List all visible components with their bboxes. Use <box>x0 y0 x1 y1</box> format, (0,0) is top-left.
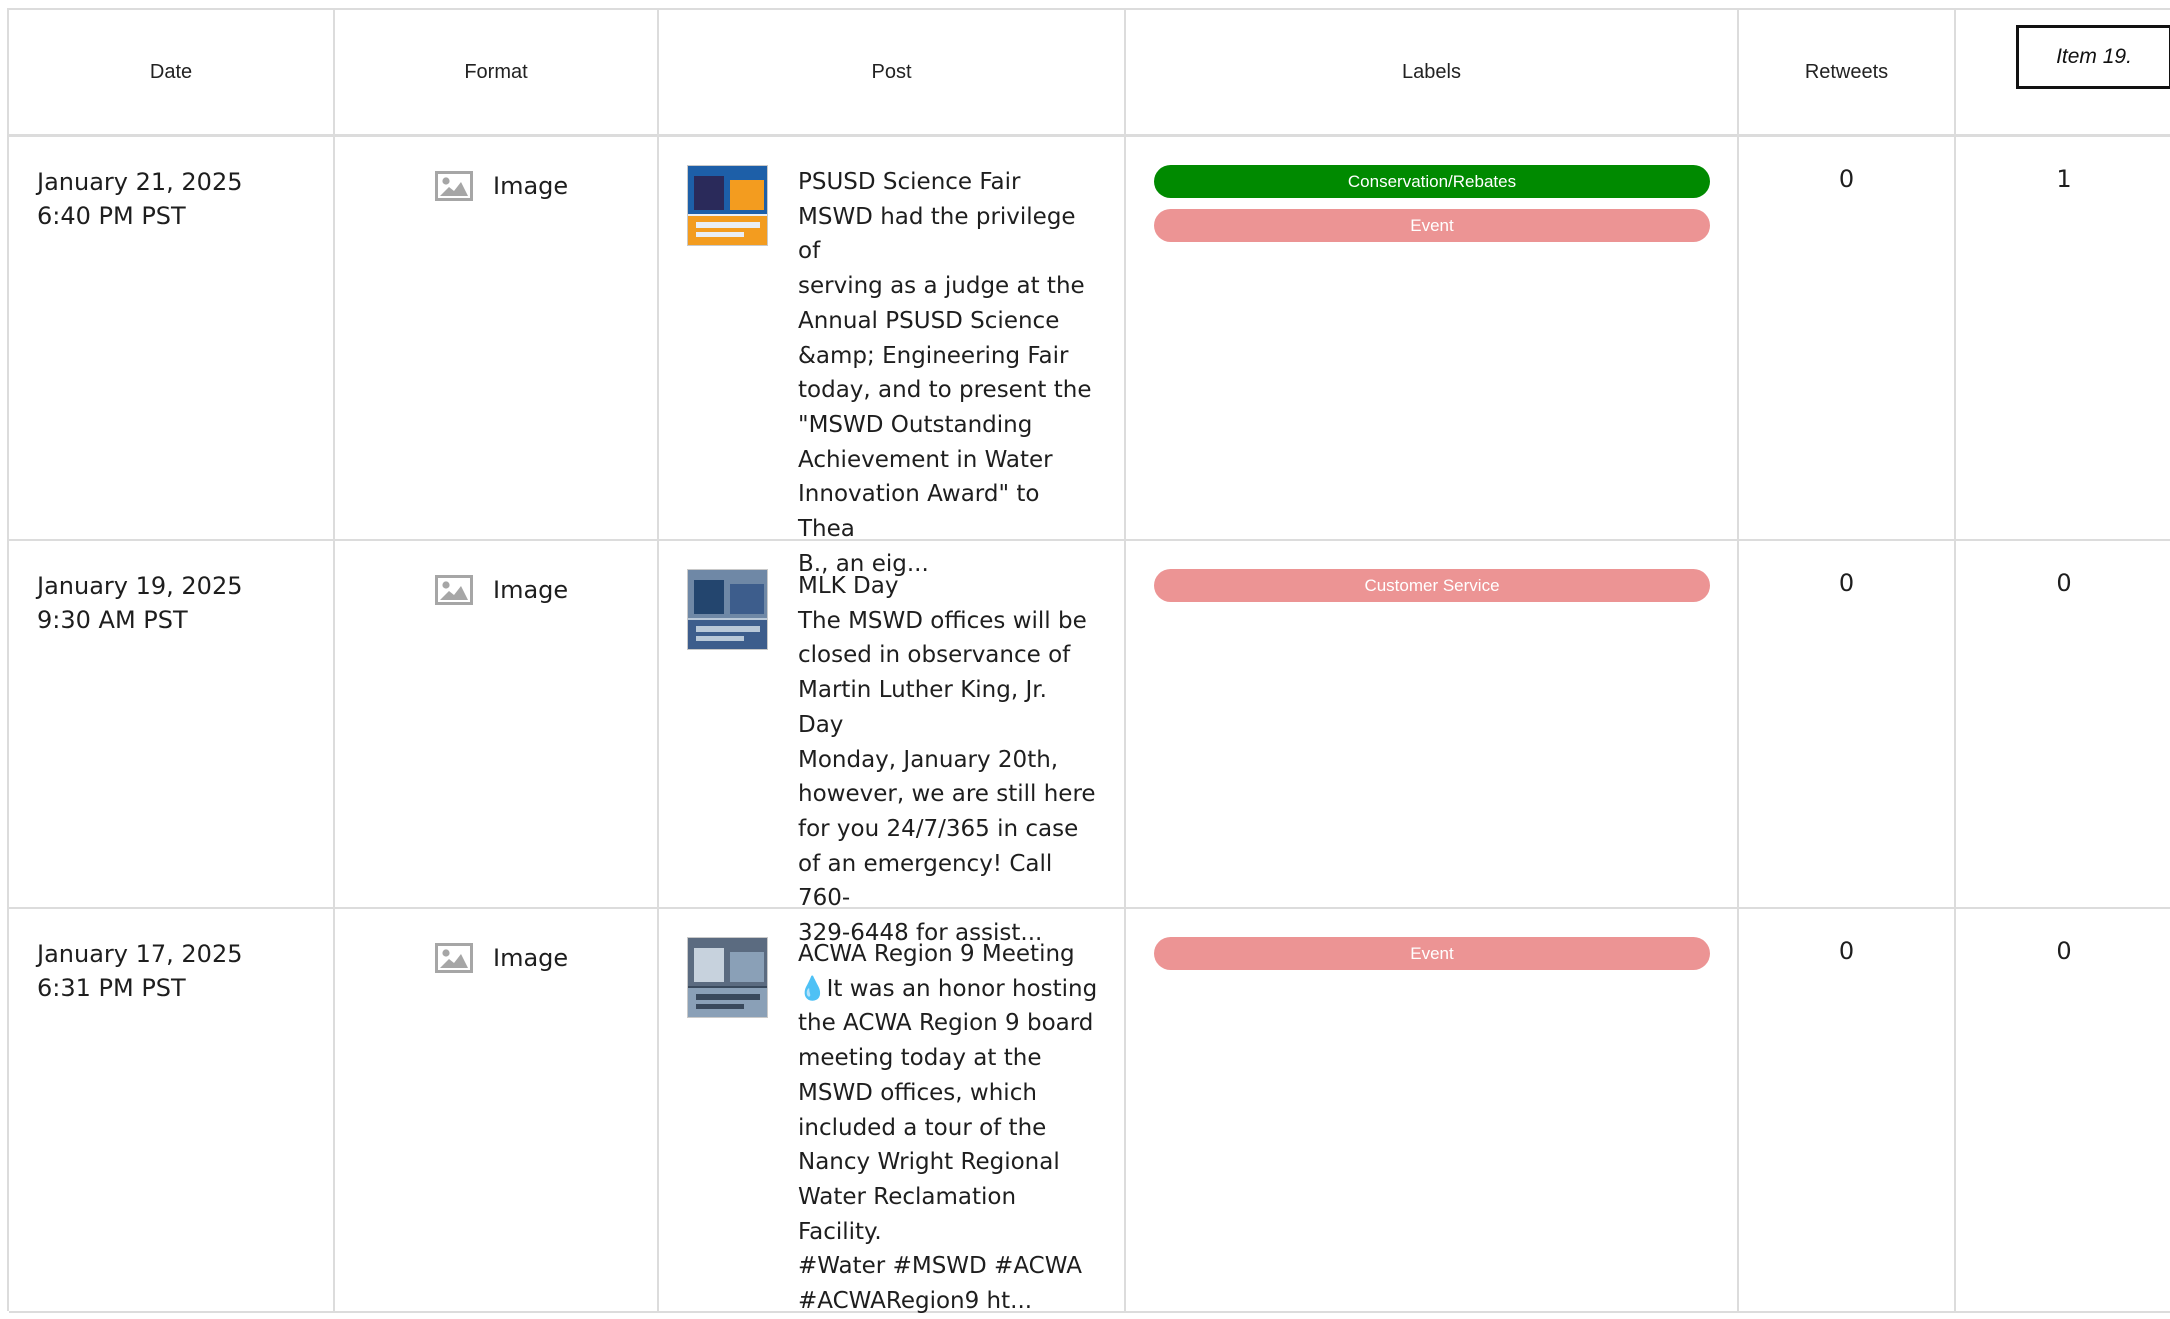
format-cell: Image <box>335 909 659 1311</box>
item-tag: Item 19. <box>2016 25 2170 89</box>
date-cell: January 19, 2025 9:30 AM PST <box>9 541 335 907</box>
labels-cell: Conservation/Rebates Event <box>1126 137 1739 539</box>
retweets-cell: 0 <box>1739 909 1956 1311</box>
post-text-line: &amp; Engineering Fair <box>798 342 1069 369</box>
retweets-cell: 0 <box>1739 137 1956 539</box>
post-date-time: 6:31 PM PST <box>37 974 186 1002</box>
likes-cell: 1 <box>1956 137 2170 539</box>
likes-count: 0 <box>2056 937 2072 965</box>
post-text-line: included a tour of the <box>798 1114 1047 1141</box>
labels-list: Conservation/Rebates Event <box>1154 165 1710 253</box>
date-cell: January 17, 2025 6:31 PM PST <box>9 909 335 1311</box>
format-label: Image <box>493 172 569 200</box>
post-text-line: today, and to present the <box>798 377 1092 404</box>
label-badge[interactable]: Conservation/Rebates <box>1154 165 1710 198</box>
post-text[interactable]: PSUSD Science Fair MSWD had the privilege… <box>798 165 1098 581</box>
column-header-retweets[interactable]: Retweets <box>1739 10 1956 134</box>
post-thumbnail[interactable] <box>687 937 768 1018</box>
post-cell: MLK Day The MSWD offices will be closed in… <box>659 541 1126 946</box>
date-cell: January 21, 2025 6:40 PM PST <box>9 137 335 539</box>
retweets-cell: 0 <box>1739 541 1956 907</box>
post-cell: PSUSD Science Fair MSWD had the privilege… <box>659 137 1126 577</box>
label-badge[interactable]: Event <box>1154 209 1710 242</box>
image-icon <box>435 943 473 973</box>
format-label: Image <box>493 944 569 972</box>
labels-list: Event <box>1154 937 1710 981</box>
post-text-line: of an emergency! Call 760- <box>798 850 1053 912</box>
format-label: Image <box>493 576 569 604</box>
likes-count: 0 <box>2056 569 2072 597</box>
post-text-line: The MSWD offices will be <box>798 607 1087 634</box>
post-text-line: Achievement in Water <box>798 446 1053 473</box>
column-header-post[interactable]: Post <box>659 10 1126 134</box>
retweets-count: 0 <box>1838 937 1855 965</box>
post-text[interactable]: ACWA Region 9 Meeting 💧It was an honor ho… <box>798 937 1098 1319</box>
post-date: January 21, 2025 6:40 PM PST <box>37 165 243 233</box>
labels-cell: Event <box>1126 909 1739 1311</box>
image-icon <box>435 575 473 605</box>
labels-cell: Customer Service <box>1126 541 1739 907</box>
label-badge[interactable]: Customer Service <box>1154 569 1710 602</box>
label-badge[interactable]: Event <box>1154 937 1710 970</box>
table-row[interactable]: January 19, 2025 9:30 AM PST Image MLK Day T… <box>9 541 2170 946</box>
post-title: ACWA Region 9 Meeting <box>798 941 1075 967</box>
post-date-time: 9:30 AM PST <box>37 606 188 634</box>
format-indicator: Image <box>435 171 568 201</box>
format-indicator: Image <box>435 575 568 605</box>
format-cell: Image <box>335 541 659 907</box>
posts-table: Date Format Post Labels Retweets January… <box>7 8 2170 1314</box>
likes-cell: 0 <box>1956 909 2170 1311</box>
post-text-line: closed in observance of <box>798 642 1071 669</box>
retweets-count: 0 <box>1838 569 1855 597</box>
post-text-line: serving as a judge at the <box>798 273 1085 300</box>
format-indicator: Image <box>435 943 568 973</box>
table-row[interactable]: January 21, 2025 6:40 PM PST Image PSUSD Sc… <box>9 137 2170 577</box>
post-text-line: Nancy Wright Regional <box>798 1149 1060 1176</box>
post-text-line: "MSWD Outstanding <box>798 411 1033 438</box>
post-text-line: for you 24/7/365 in case <box>798 815 1079 842</box>
table-row[interactable]: January 17, 2025 6:31 PM PST Image ACWA Reg… <box>9 909 2170 1314</box>
post-thumbnail[interactable] <box>687 569 768 650</box>
post-text-line: MSWD had the privilege of <box>798 203 1076 265</box>
labels-list: Customer Service <box>1154 569 1710 613</box>
post-date: January 17, 2025 6:31 PM PST <box>37 937 243 1005</box>
post-text-line: #Water #MSWD #ACWA <box>798 1253 1082 1280</box>
format-cell: Image <box>335 137 659 539</box>
post-text-line: MSWD offices, which <box>798 1079 1037 1106</box>
retweets-count: 0 <box>1838 165 1855 193</box>
post-date-day: January 21, 2025 <box>37 168 243 196</box>
post-date: January 19, 2025 9:30 AM PST <box>37 569 243 637</box>
post-title: PSUSD Science Fair <box>798 169 1021 195</box>
post-text-line: Martin Luther King, Jr. Day <box>798 677 1047 738</box>
post-text-line: however, we are still here <box>798 781 1096 808</box>
post-text-line: Innovation Award" to Thea <box>798 481 1040 543</box>
post-text-line: meeting today at the <box>798 1045 1042 1072</box>
column-header-labels[interactable]: Labels <box>1126 10 1739 134</box>
post-title: MLK Day <box>798 573 899 599</box>
post-text-line: #ACWARegion9 ht... <box>798 1288 1033 1315</box>
post-date-day: January 19, 2025 <box>37 572 243 600</box>
post-text-line: the ACWA Region 9 board <box>798 1010 1094 1037</box>
post-date-day: January 17, 2025 <box>37 940 243 968</box>
post-text-line: Annual PSUSD Science <box>798 307 1060 334</box>
post-cell: ACWA Region 9 Meeting 💧It was an honor ho… <box>659 909 1126 1314</box>
post-thumbnail[interactable] <box>687 165 768 246</box>
post-text-line: 💧It was an honor hosting <box>798 975 1098 1002</box>
image-icon <box>435 171 473 201</box>
post-date-time: 6:40 PM PST <box>37 202 186 230</box>
post-text-line: Water Reclamation Facility. <box>798 1183 1017 1245</box>
column-header-date[interactable]: Date <box>9 10 335 134</box>
table-header: Date Format Post Labels Retweets <box>9 10 2170 137</box>
post-text-line: Monday, January 20th, <box>798 746 1059 773</box>
likes-count: 1 <box>2056 165 2072 193</box>
likes-cell: 0 <box>1956 541 2170 907</box>
post-text[interactable]: MLK Day The MSWD offices will be closed in… <box>798 569 1098 951</box>
column-header-format[interactable]: Format <box>335 10 659 134</box>
